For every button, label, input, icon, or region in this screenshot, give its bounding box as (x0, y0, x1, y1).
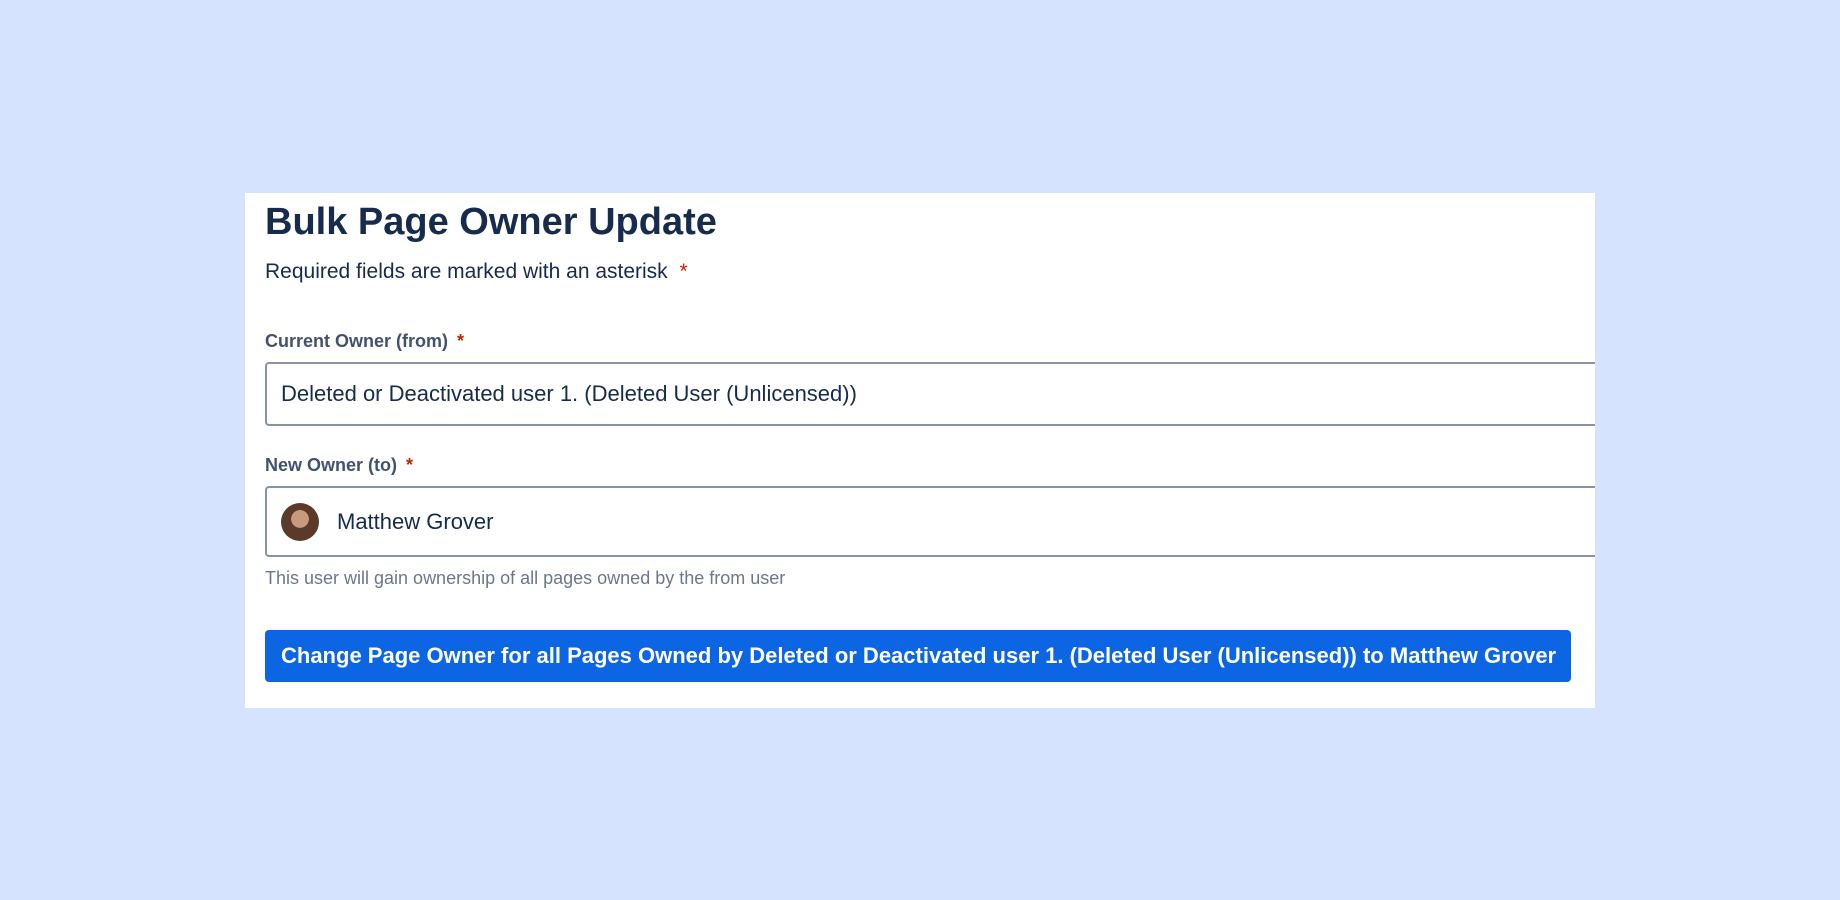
new-owner-helper-text: This user will gain ownership of all pag… (265, 568, 786, 588)
required-note-text: Required fields are marked with an aster… (265, 260, 668, 283)
required-asterisk: * (679, 260, 688, 283)
page-title: Bulk Page Owner Update (265, 201, 717, 243)
new-owner-label: New Owner (to) * (265, 455, 413, 476)
new-owner-required-asterisk: * (406, 455, 414, 475)
user-avatar (281, 502, 319, 541)
change-page-owner-button[interactable]: Change Page Owner for all Pages Owned by… (265, 630, 1571, 682)
new-owner-value: Matthew Grover (337, 508, 494, 534)
current-owner-label-text: Current Owner (from) (265, 331, 449, 351)
required-fields-note: Required fields are marked with an aster… (265, 260, 688, 284)
current-owner-required-asterisk: * (457, 331, 465, 351)
current-owner-select[interactable]: Deleted or Deactivated user 1. (Deleted … (265, 362, 1595, 426)
new-owner-select[interactable]: Matthew Grover (265, 486, 1595, 557)
new-owner-label-text: New Owner (to) (265, 455, 398, 475)
current-owner-label: Current Owner (from) * (265, 331, 464, 352)
current-owner-value: Deleted or Deactivated user 1. (Deleted … (281, 381, 857, 406)
form-card: Bulk Page Owner Update Required fields a… (245, 193, 1595, 708)
